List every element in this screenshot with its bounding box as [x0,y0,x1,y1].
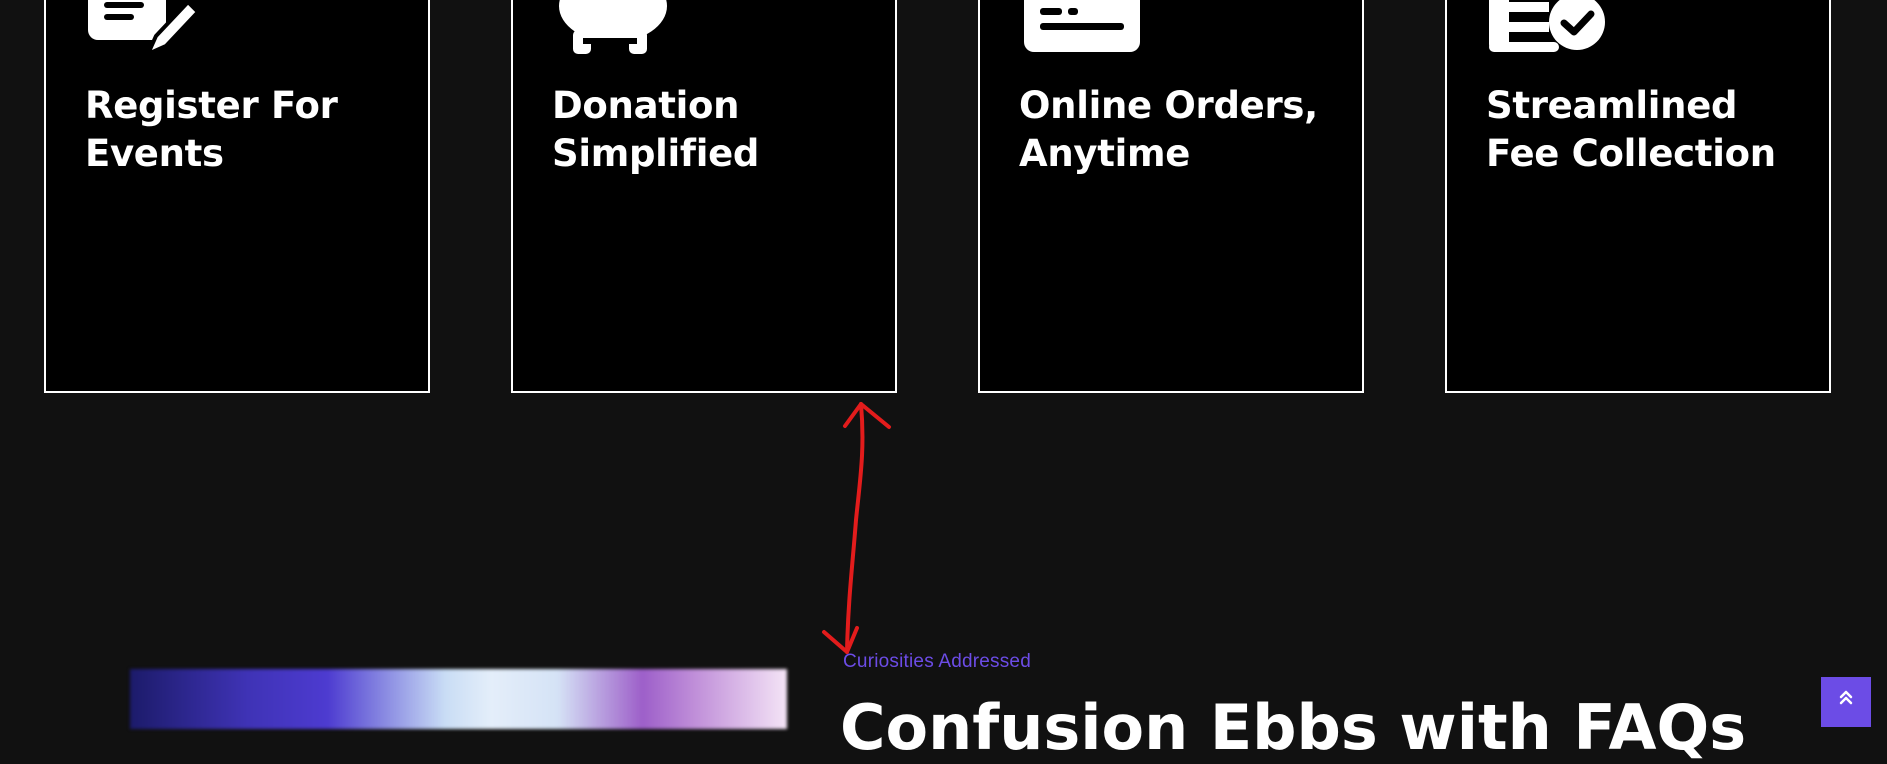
faq-eyebrow: Curiosities Addressed [843,651,1031,672]
faq-illustration-image [130,669,787,729]
feature-title: Streamlined Fee Collection [1486,84,1776,175]
piggy-bank-icon [559,0,667,54]
faq-heading: Confusion Ebbs with FAQs [840,691,1747,764]
feature-title: Online Orders, Anytime [1019,84,1318,175]
feature-card-register-events[interactable]: Register For Events [44,0,430,393]
back-to-top-button[interactable] [1821,677,1871,727]
double-chevron-up-icon [1839,690,1853,705]
credit-card-icon [1024,0,1140,52]
list-check-icon [1489,0,1605,52]
feature-card-fee-collection[interactable]: Streamlined Fee Collection [1445,0,1831,393]
edit-document-icon [88,0,201,58]
feature-title: Donation Simplified [552,84,760,175]
feature-card-donation[interactable]: Donation Simplified [511,0,897,393]
feature-title: Register For Events [85,84,338,175]
feature-card-online-orders[interactable]: Online Orders, Anytime [978,0,1364,393]
